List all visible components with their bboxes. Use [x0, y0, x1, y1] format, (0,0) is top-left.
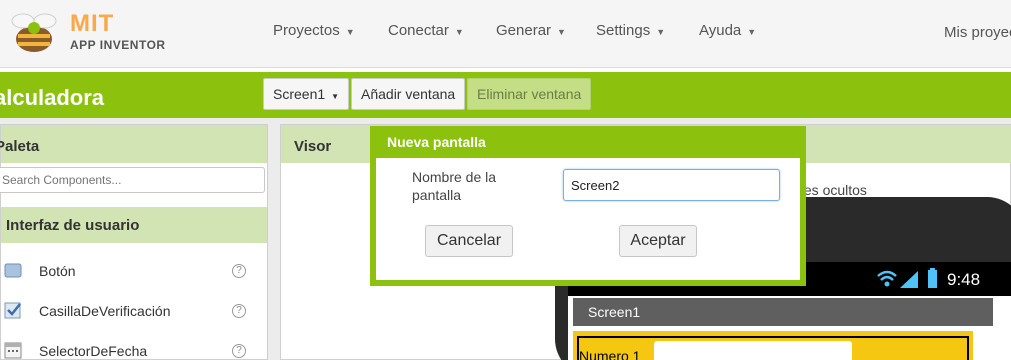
- accept-button[interactable]: Aceptar: [619, 225, 697, 257]
- nav-menu-proyectos[interactable]: Proyectos ▼: [273, 22, 355, 39]
- component-search-input[interactable]: [0, 167, 265, 193]
- number-1-textbox[interactable]: [654, 341, 852, 360]
- palette-item-datepicker[interactable]: SelectorDeFecha ?: [1, 331, 267, 360]
- signal-icon: [900, 271, 918, 288]
- palette-header: Paleta: [0, 125, 267, 163]
- palette-item-label: SelectorDeFecha: [39, 343, 148, 359]
- nav-menu-conectar[interactable]: Conectar ▼: [388, 22, 464, 39]
- dialog-title: Nueva pantalla: [387, 134, 486, 150]
- palette-item-label: Botón: [39, 263, 76, 279]
- caret-down-icon: ▼: [747, 27, 757, 37]
- nav-label: Proyectos: [273, 22, 340, 39]
- help-icon[interactable]: ?: [232, 344, 246, 358]
- top-nav-bar: MIT APP INVENTOR Proyectos ▼ Conectar ▼ Ge…: [0, 0, 1011, 68]
- add-screen-button[interactable]: Añadir ventana: [351, 78, 466, 110]
- app-inventor-logo[interactable]: MIT APP INVENTOR: [8, 6, 178, 58]
- logo-product-text: APP INVENTOR: [70, 38, 166, 52]
- screen-name-input[interactable]: [563, 169, 780, 201]
- show-hidden-components-label[interactable]: tes ocultos: [800, 182, 867, 198]
- phone-clock: 9:48: [947, 270, 981, 289]
- help-icon[interactable]: ?: [232, 264, 246, 278]
- palette-item-checkbox[interactable]: CasillaDeVerificación ?: [1, 291, 267, 331]
- new-screen-dialog: Nueva pantalla: [370, 126, 806, 286]
- logo-mit-text: MIT: [70, 10, 115, 37]
- calendar-icon: [4, 342, 22, 359]
- cancel-button[interactable]: Cancelar: [425, 225, 513, 257]
- nav-menu-generar[interactable]: Generar ▼: [496, 22, 566, 39]
- caret-down-icon: ▼: [557, 27, 566, 37]
- my-projects-link[interactable]: Mis proyec: [944, 24, 1011, 41]
- number-1-label[interactable]: Numero 1: [579, 348, 640, 360]
- palette-item-label: CasillaDeVerificación: [39, 303, 171, 319]
- caret-down-icon: ▼: [331, 92, 340, 101]
- battery-icon: [928, 268, 937, 288]
- palette-panel: Paleta Interfaz de usuario Botón ? Casil…: [0, 124, 268, 360]
- nav-menu-ayuda[interactable]: Ayuda ▼: [699, 22, 756, 39]
- screen-name-label: Nombre de la pantalla: [412, 169, 497, 203]
- caret-down-icon: ▼: [656, 27, 666, 37]
- screen-select-dropdown[interactable]: Screen1 ▼: [263, 78, 350, 110]
- nav-label: Settings: [596, 22, 651, 39]
- caret-down-icon: ▼: [454, 27, 464, 37]
- wifi-icon: [877, 270, 897, 287]
- caret-down-icon: ▼: [345, 27, 355, 37]
- checkbox-icon: [4, 302, 21, 319]
- palette-item-button[interactable]: Botón ?: [1, 251, 267, 291]
- nav-menu-settings[interactable]: Settings ▼: [596, 22, 665, 39]
- phone-screen-title: Screen1: [573, 298, 993, 326]
- project-title: alculadora: [0, 85, 105, 110]
- nav-label: Ayuda: [699, 22, 742, 39]
- nav-label: Generar: [496, 22, 552, 39]
- remove-screen-button[interactable]: Eliminar ventana: [467, 78, 592, 110]
- status-icons: [877, 268, 937, 288]
- help-icon[interactable]: ?: [232, 304, 246, 318]
- bee-logo-icon: [11, 13, 57, 52]
- nav-label: Conectar: [388, 22, 449, 39]
- screen-select-value: Screen1: [273, 86, 326, 102]
- category-user-interface[interactable]: Interfaz de usuario: [1, 207, 267, 243]
- button-icon: [4, 263, 22, 278]
